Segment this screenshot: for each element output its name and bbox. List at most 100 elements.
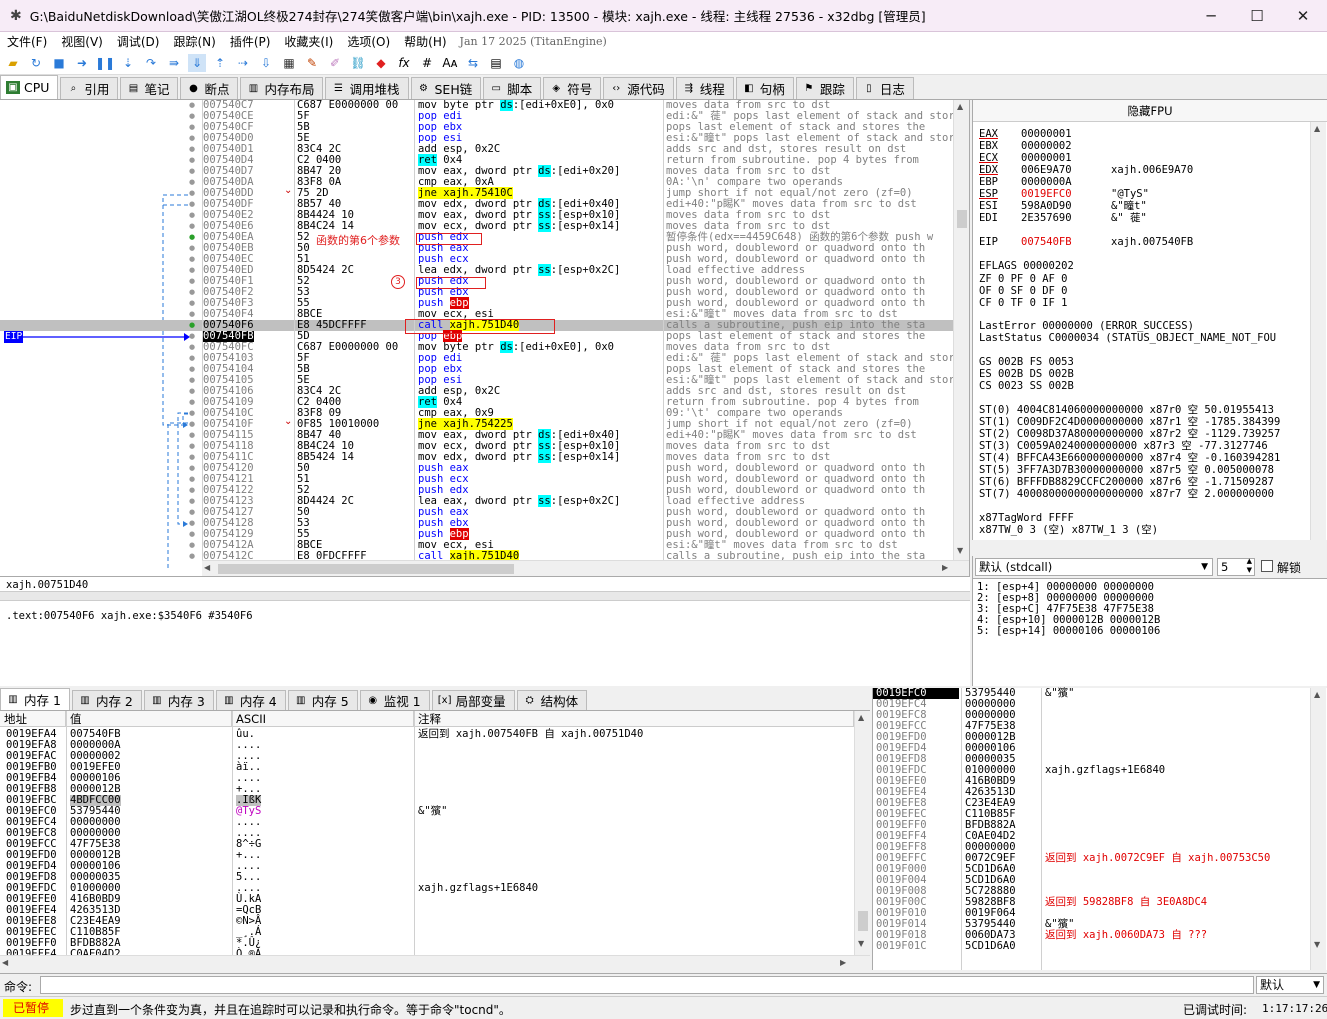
fpu-st-row[interactable]: ST(3) C0059A0240000000000 x87r3 空 -77.31…	[979, 440, 1268, 452]
dump-tab-2[interactable]: ▥ 内存 2	[71, 690, 142, 710]
dump-tab-3[interactable]: ▥ 内存 3	[143, 690, 214, 710]
dump-row[interactable]: 0019EFD0 0000012B +...	[0, 850, 854, 861]
dump-row[interactable]: 0019EFD4 00000106....	[0, 861, 854, 872]
breakpoint-dot-icon[interactable]: ●	[189, 529, 195, 540]
dump-row[interactable]: 0019EFB0 0019EFE0 àï..	[0, 762, 854, 773]
open-icon[interactable]: ▰	[4, 54, 22, 72]
stack-row[interactable]: 0019F010 0019F064	[873, 908, 1310, 919]
fpu-st-row[interactable]: ST(2) C0098D37A80000000000 x87r2 空 -1129…	[979, 428, 1280, 440]
breakpoint-dot-icon[interactable]: ●	[189, 166, 195, 177]
stack-row[interactable]: 0019EFCC 47F75E38	[873, 721, 1310, 732]
dump-hscroll[interactable]: ◀ ▶	[0, 955, 870, 971]
stack-row[interactable]: 0019EFFC 0072C9EF 返回到 xajh.0072C9EF 自 xajh…	[873, 853, 1310, 864]
register-name[interactable]: EIP	[979, 236, 998, 248]
step-over-icon[interactable]: ↷	[142, 54, 160, 72]
maximize-button[interactable]: ☐	[1234, 0, 1280, 32]
memory-dump[interactable]: 地址 值 ASCII 注释 0019EFA4 007540FB ûu. 返回到 xaj…	[0, 710, 870, 971]
register-symbol[interactable]: &"疃t"	[1111, 200, 1147, 212]
register-value[interactable]: 2E357690	[1021, 212, 1072, 224]
breakpoint-dot-icon[interactable]: ●	[189, 111, 195, 122]
register-value[interactable]: 0019EFC0	[1021, 188, 1072, 200]
breakpoint-dot-icon[interactable]: ●	[189, 188, 195, 199]
menu-item[interactable]: 调试(D)	[110, 33, 167, 50]
menu-item[interactable]: 插件(P)	[223, 33, 278, 50]
run-to-user-code-icon[interactable]: ⇢	[234, 54, 252, 72]
breakpoint-dot-icon[interactable]: ●	[189, 100, 195, 111]
menu-item[interactable]: 帮助(H)	[397, 33, 453, 50]
breakpoint-dot-icon[interactable]: ●	[189, 276, 195, 287]
flags-row[interactable]: CF 0 TF 0 IF 1	[979, 297, 1068, 309]
breakpoint-dot-icon[interactable]: ●	[189, 232, 195, 243]
tab-call-stack[interactable]: ☰ 调用堆栈	[325, 77, 409, 99]
stack-row[interactable]: 0019EFDC 01000000 xajh.gzflags+1E6840	[873, 765, 1310, 776]
stack-row[interactable]: 0019F018 0060DA73 返回到 xajh.0060DA73 自 ???	[873, 930, 1310, 941]
tab-handle[interactable]: ◧ 句柄	[735, 77, 794, 99]
dump-row[interactable]: 0019EFB8 0000012B +...	[0, 784, 854, 795]
command-mode-select[interactable]: 默认 ▼	[1256, 976, 1324, 994]
arg-count-spinner[interactable]: 5 ▲ ▼	[1217, 557, 1255, 576]
register-name[interactable]: ECX	[979, 152, 998, 164]
restart-icon[interactable]: ↻	[27, 54, 45, 72]
stack-row[interactable]: 0019EFC4 00000000	[873, 699, 1310, 710]
function-icon[interactable]: fx	[395, 54, 413, 72]
step-into-icon[interactable]: ⇣	[119, 54, 137, 72]
tab-symbol[interactable]: ◈ 符号	[543, 77, 602, 99]
register-value[interactable]: 0000000A	[1021, 176, 1072, 188]
breakpoint-dot-icon[interactable]: ●	[189, 419, 195, 430]
fpu-st-row[interactable]: ST(6) BFFFDB8829CCFC200000 x87r6 空 -1.71…	[979, 476, 1274, 488]
tab-memory-map[interactable]: ▥ 内存布局	[240, 77, 324, 99]
menu-item[interactable]: 选项(O)	[340, 33, 397, 50]
breakpoint-dot-icon[interactable]: ●	[189, 540, 195, 551]
stack-row[interactable]: 0019EFC0 53795440 &"獱"	[873, 688, 1310, 699]
breakpoint-dot-icon[interactable]: ●	[189, 265, 195, 276]
menu-item[interactable]: 跟踪(N)	[166, 33, 222, 50]
stack-vscroll[interactable]: ▲ ▼	[1310, 688, 1326, 970]
breakpoint-dot-icon[interactable]: ●	[189, 144, 195, 155]
stack-row[interactable]: 0019F01C 5CD1D6A0	[873, 941, 1310, 952]
last-error[interactable]: LastError 00000000 (ERROR_SUCCESS)	[979, 320, 1194, 332]
dump-row[interactable]: 0019EFC0 53795440 @TyS &"獱"	[0, 806, 854, 817]
scylla-icon[interactable]: ▦	[280, 54, 298, 72]
register-symbol[interactable]: xajh.006E9A70	[1111, 164, 1193, 176]
register-name[interactable]: EAX	[979, 128, 998, 140]
minimize-button[interactable]: ─	[1188, 0, 1234, 32]
dump-tab-8[interactable]: ⛭ 结构体	[516, 690, 588, 710]
tab-source[interactable]: ‹› 源代码	[603, 77, 674, 99]
breakpoint-dot-icon[interactable]: ●	[189, 441, 195, 452]
segment-row[interactable]: ES 002B DS 002B	[979, 368, 1074, 380]
register-value[interactable]: 007540FB	[1021, 236, 1072, 248]
last-status[interactable]: LastStatus C0000034 (STATUS_OBJECT_NAME_…	[979, 332, 1276, 344]
globe-icon[interactable]: ◍	[510, 54, 528, 72]
font-icon[interactable]: Aᴀ	[441, 54, 459, 72]
register-value[interactable]: 598A0D90	[1021, 200, 1072, 212]
menu-item[interactable]: 文件(F)	[0, 33, 54, 50]
registers-panel[interactable]: 隐藏FPU EAX 00000001 EBX 00000002 ECX 00000001 E…	[972, 100, 1327, 540]
dump-row[interactable]: 0019EFA8 0000000A....	[0, 740, 854, 751]
breakpoint-dot-icon[interactable]: ●	[189, 199, 195, 210]
breakpoint-dot-icon[interactable]: ●	[189, 430, 195, 441]
breakpoint-dot-icon[interactable]: ●	[189, 551, 195, 562]
register-name[interactable]: EBP	[979, 176, 998, 188]
segment-row[interactable]: CS 0023 SS 002B	[979, 380, 1074, 392]
breakpoint-dot-icon[interactable]: ●	[189, 507, 195, 518]
breakpoint-dot-icon[interactable]: ●	[189, 386, 195, 397]
breakpoint-dot-icon[interactable]: ●	[189, 122, 195, 133]
dump-vscroll[interactable]: ▲ ▼	[854, 711, 870, 955]
trace-into-icon[interactable]: ⇛	[165, 54, 183, 72]
register-symbol[interactable]: &" 蓰"	[1111, 212, 1147, 224]
stack-row[interactable]: 0019F004 5CD1D6A0	[873, 875, 1310, 886]
comment-icon[interactable]: ✐	[326, 54, 344, 72]
dump-row[interactable]: 0019EFF0 BFDB882A *.Û¿	[0, 938, 854, 949]
fpu-st-row[interactable]: ST(7) 40008000000000000000 x87r7 空 2.000…	[979, 488, 1274, 500]
stack-row[interactable]: 0019EFF4 C0AE04D2	[873, 831, 1310, 842]
pause-icon[interactable]: ❚❚	[95, 54, 115, 72]
breakpoint-dot-icon[interactable]: ●	[189, 364, 195, 375]
stack-row[interactable]: 0019EFD4 00000106	[873, 743, 1310, 754]
register-value[interactable]: 00000001	[1021, 128, 1072, 140]
tab-script[interactable]: ▭ 脚本	[483, 77, 542, 99]
breakpoint-dot-icon[interactable]: ●	[189, 133, 195, 144]
unlock-checkbox[interactable]	[1261, 560, 1273, 572]
breakpoint-dot-icon[interactable]: ●	[189, 210, 195, 221]
fpu-st-row[interactable]: ST(4) BFFCA43E660000000000 x87r4 空 -0.16…	[979, 452, 1280, 464]
breakpoint-dot-icon[interactable]: ●	[189, 463, 195, 474]
